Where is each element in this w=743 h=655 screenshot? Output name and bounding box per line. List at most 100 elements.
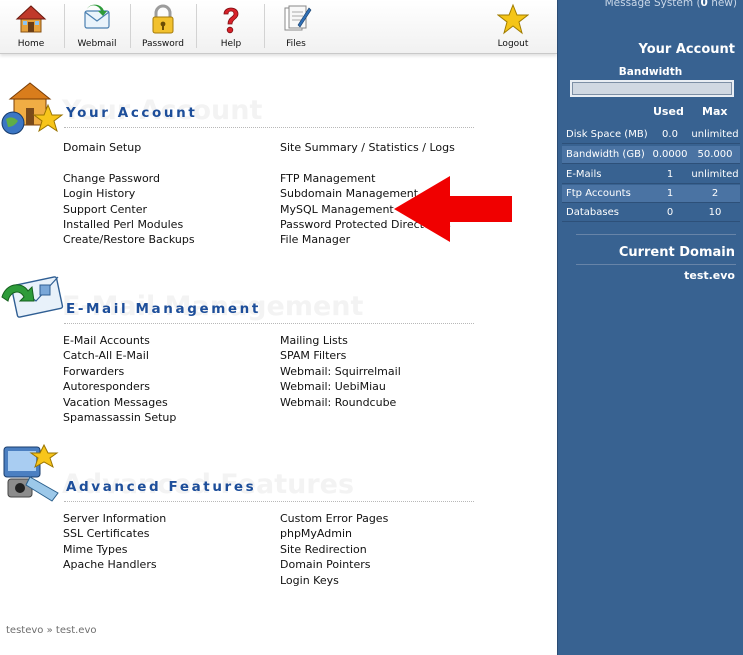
section-title: Advanced Features [66, 479, 257, 495]
login-keys-link[interactable]: Login Keys [280, 573, 388, 588]
help-label: Help [220, 39, 242, 49]
stat-label: Bandwidth (GB) [566, 149, 645, 160]
forwarders-link[interactable]: Forwarders [63, 364, 176, 379]
current-domain-title: Current Domain [618, 245, 735, 260]
breadcrumb-user[interactable]: testevo [6, 625, 43, 636]
section-advanced-features: Advanced Features Advanced Features Serv… [0, 443, 557, 607]
left-link-column: Domain Setup Change Password Login Histo… [63, 140, 195, 248]
backups-link[interactable]: Create/Restore Backups [63, 232, 195, 247]
section-title: E-Mail Management [66, 301, 261, 317]
breadcrumb-domain[interactable]: test.evo [56, 625, 97, 636]
advanced-features-icon [3, 443, 59, 502]
email-accounts-link[interactable]: E-Mail Accounts [63, 333, 176, 348]
main-content: Your Account Your Account Domain Setup C… [0, 55, 557, 655]
stat-used: 0.0 [662, 129, 678, 140]
catch-all-email-link[interactable]: Catch-All E-Mail [63, 348, 176, 363]
autoresponders-link[interactable]: Autoresponders [63, 379, 176, 394]
max-column-header: Max [702, 105, 728, 118]
support-center-link[interactable]: Support Center [63, 202, 195, 217]
site-summary-link[interactable]: Site Summary / Statistics / Logs [280, 140, 455, 155]
section-divider [64, 501, 474, 502]
bandwidth-progress-bar [570, 80, 734, 97]
stat-label: Disk Space (MB) [566, 129, 648, 140]
stat-row: Databases 0 10 [562, 204, 740, 222]
padlock-icon [152, 4, 174, 34]
perl-modules-link[interactable]: Installed Perl Modules [63, 217, 195, 232]
stat-max: unlimited [691, 169, 739, 180]
message-label: Message System ( [604, 0, 701, 9]
stat-used: 1 [666, 169, 674, 180]
webmail-roundcube-link[interactable]: Webmail: Roundcube [280, 395, 401, 410]
message-count: 0 [700, 0, 708, 9]
mailing-lists-link[interactable]: Mailing Lists [280, 333, 401, 348]
ssl-certificates-link[interactable]: SSL Certificates [63, 526, 166, 541]
webmail-label: Webmail [77, 39, 117, 49]
account-icon [1, 82, 64, 135]
section-email-management: E-Mail Management E-Mail Management E-Ma… [0, 269, 557, 429]
stat-used: 1 [666, 188, 674, 199]
mime-types-link[interactable]: Mime Types [63, 542, 166, 557]
stat-used: 0 [666, 207, 674, 218]
stat-row: Ftp Accounts 1 2 [562, 185, 740, 203]
left-link-column: Server Information SSL Certificates Mime… [63, 511, 166, 573]
breadcrumb-separator: » [46, 625, 53, 636]
section-divider [64, 323, 474, 324]
home-button[interactable]: Home [0, 0, 62, 53]
question-mark-icon [223, 7, 239, 34]
spamassassin-setup-link[interactable]: Spamassassin Setup [63, 410, 176, 425]
domain-setup-link[interactable]: Domain Setup [63, 140, 195, 155]
section-title: Your Account [66, 105, 198, 121]
right-link-column: Custom Error Pages phpMyAdmin Site Redir… [280, 511, 388, 588]
stat-max: 10 [708, 207, 722, 218]
account-status-panel: Message System (0 new) Your Account Band… [557, 0, 743, 655]
password-label: Password [141, 39, 185, 49]
webmail-squirrelmail-link[interactable]: Webmail: Squirrelmail [280, 364, 401, 379]
spam-filters-link[interactable]: SPAM Filters [280, 348, 401, 363]
logout-label: Logout [497, 39, 529, 49]
server-information-link[interactable]: Server Information [63, 511, 166, 526]
current-domain-value[interactable]: test.evo [684, 269, 735, 282]
home-label: Home [17, 39, 45, 49]
star-icon [497, 3, 529, 35]
panel-divider [576, 264, 736, 265]
change-password-link[interactable]: Change Password [63, 171, 195, 186]
stat-max: unlimited [691, 129, 739, 140]
stat-max: 2 [711, 188, 719, 199]
section-divider [64, 127, 474, 128]
stat-used: 0.0000 [652, 149, 688, 160]
bandwidth-title: Bandwidth [618, 66, 683, 78]
files-label: Files [286, 39, 306, 49]
webmail-uebimiau-link[interactable]: Webmail: UebiMiau [280, 379, 401, 394]
panel-divider [576, 234, 736, 235]
toolbar-separator [196, 4, 197, 48]
webmail-icon [84, 4, 110, 29]
stat-row: Bandwidth (GB) 0.0000 50.000 [562, 146, 740, 164]
toolbar-separator [64, 4, 65, 48]
webmail-button[interactable]: Webmail [66, 0, 128, 53]
message-suffix: new) [707, 0, 737, 9]
files-icon [284, 5, 312, 31]
toolbar-separator [130, 4, 131, 48]
vacation-messages-link[interactable]: Vacation Messages [63, 395, 176, 410]
files-button[interactable]: Files [266, 0, 326, 53]
custom-error-pages-link[interactable]: Custom Error Pages [280, 511, 388, 526]
stat-row: E-Mails 1 unlimited [562, 166, 740, 184]
home-icon [15, 5, 47, 33]
logout-button[interactable]: Logout [482, 0, 544, 53]
password-button[interactable]: Password [132, 0, 194, 53]
stat-label: Ftp Accounts [566, 188, 631, 199]
phpmyadmin-link[interactable]: phpMyAdmin [280, 526, 388, 541]
site-redirection-link[interactable]: Site Redirection [280, 542, 388, 557]
used-column-header: Used [653, 105, 684, 118]
toolbar-separator [264, 4, 265, 48]
apache-handlers-link[interactable]: Apache Handlers [63, 557, 166, 572]
red-arrow-annotation [394, 176, 512, 242]
email-icon [1, 276, 64, 318]
message-system-link[interactable]: Message System (0 new) [605, 0, 737, 9]
domain-pointers-link[interactable]: Domain Pointers [280, 557, 388, 572]
help-button[interactable]: Help [198, 0, 264, 53]
login-history-link[interactable]: Login History [63, 186, 195, 201]
breadcrumb: testevo » test.evo [6, 625, 96, 636]
stat-max: 50.000 [697, 149, 733, 160]
left-link-column: E-Mail Accounts Catch-All E-Mail Forward… [63, 333, 176, 425]
